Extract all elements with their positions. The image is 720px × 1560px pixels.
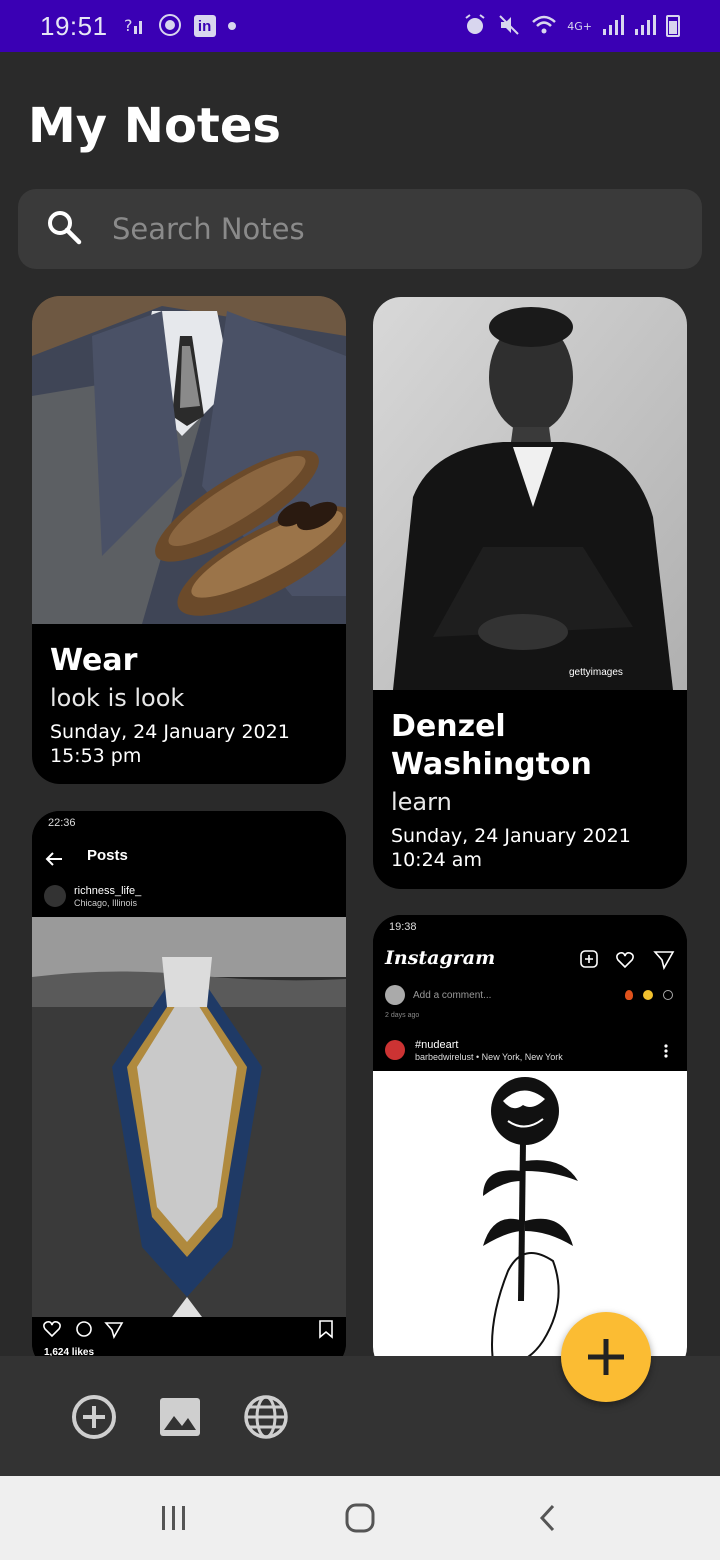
plus-icon: [588, 1339, 624, 1375]
back-button[interactable]: [528, 1498, 568, 1538]
note-body: Denzel Washington learn Sunday, 24 Janua…: [373, 690, 687, 886]
note-subtitle: look is look: [50, 684, 185, 712]
note-image: 19:38 Instagram Add a comment... 2 days …: [373, 915, 687, 1356]
post-user-line: barbedwirelust • New York, New York: [415, 1052, 563, 1062]
note-image: 22:36 Posts richness_life_ Chicago, Illi…: [32, 811, 346, 1356]
add-fab-button[interactable]: [561, 1312, 651, 1402]
alarm-icon: [463, 13, 487, 40]
network-type-label: 4G+: [567, 19, 592, 33]
battery-icon: [666, 15, 680, 37]
add-circle-icon: [72, 1395, 116, 1439]
system-navigation-bar: [0, 1476, 720, 1560]
instagram-header-icons: [580, 950, 675, 971]
getty-watermark: gettyimages: [569, 667, 623, 678]
instagram-logo: Instagram: [385, 947, 496, 969]
note-title: Wear: [50, 643, 138, 678]
post-actions-icons: [43, 1321, 124, 1339]
note-date: Sunday, 24 January 2021 10:24 am: [391, 825, 631, 871]
note-image: gettyimages: [373, 297, 687, 690]
comment-placeholder: Add a comment...: [413, 990, 492, 1001]
avatar: [385, 985, 405, 1005]
recent-apps-icon: [162, 1506, 185, 1530]
linkedin-icon: in: [193, 15, 216, 37]
avatar: [385, 1040, 405, 1060]
signal-question-icon: ?: [124, 14, 146, 39]
search-icon: [46, 209, 82, 249]
status-bar: 19:51 ? in 4G+: [0, 0, 720, 52]
wifi-icon: [531, 14, 557, 39]
page-title: My Notes: [28, 98, 281, 154]
add-link-button[interactable]: [243, 1394, 289, 1440]
add-note-button[interactable]: [71, 1394, 117, 1440]
post-age: 2 days ago: [385, 1012, 420, 1019]
screenshot-username: richness_life_: [74, 885, 142, 897]
note-card[interactable]: 19:38 Instagram Add a comment... 2 days …: [373, 915, 687, 1356]
screenshot-header: Posts: [87, 847, 128, 864]
emoji-reactions: [625, 990, 673, 1000]
yacht-photo: [32, 917, 346, 1317]
note-card[interactable]: gettyimages Denzel Washington learn Sund…: [373, 297, 687, 889]
search-input[interactable]: [112, 212, 632, 246]
globe-icon: [244, 1395, 288, 1439]
home-button[interactable]: [340, 1498, 380, 1538]
note-body: Wear look is look Sunday, 24 January 202…: [32, 624, 346, 782]
note-title: Denzel Washington: [391, 709, 592, 782]
home-icon: [345, 1503, 375, 1533]
note-image: [32, 296, 346, 624]
mute-icon: [497, 13, 521, 40]
note-card[interactable]: Wear look is look Sunday, 24 January 202…: [32, 296, 346, 784]
rose-artwork: [373, 1071, 687, 1356]
post-hashtag: #nudeart: [415, 1039, 459, 1051]
club-badge-icon: [158, 13, 182, 40]
screenshot-likes: 1,624 likes: [44, 1347, 95, 1356]
bookmark-icon: [319, 1320, 333, 1339]
note-date: Sunday, 24 January 2021 15:53 pm: [50, 721, 290, 767]
signal-strength-icon: [602, 14, 624, 39]
add-image-button[interactable]: [157, 1394, 203, 1440]
more-icon: [664, 1044, 668, 1058]
notification-dot-icon: [227, 22, 236, 30]
note-subtitle: learn: [391, 788, 452, 816]
back-icon: [539, 1504, 555, 1532]
recent-apps-button[interactable]: [154, 1498, 194, 1538]
back-arrow-icon: [45, 852, 62, 866]
status-left-icons: ? in: [124, 13, 236, 40]
status-time: 19:51: [40, 10, 108, 41]
status-right-icons: 4G+: [463, 13, 680, 40]
image-icon: [160, 1398, 200, 1436]
signal-strength-2-icon: [634, 14, 656, 39]
screenshot-time: 22:36: [48, 817, 76, 829]
avatar: [44, 885, 66, 907]
screenshot-location: Chicago, Illinois: [74, 898, 138, 908]
note-card[interactable]: 22:36 Posts richness_life_ Chicago, Illi…: [32, 811, 346, 1356]
svg-text:?: ?: [124, 16, 133, 35]
screenshot-time: 19:38: [389, 921, 417, 933]
notes-grid: Wear look is look Sunday, 24 January 202…: [0, 280, 720, 1356]
search-bar[interactable]: [18, 189, 702, 269]
